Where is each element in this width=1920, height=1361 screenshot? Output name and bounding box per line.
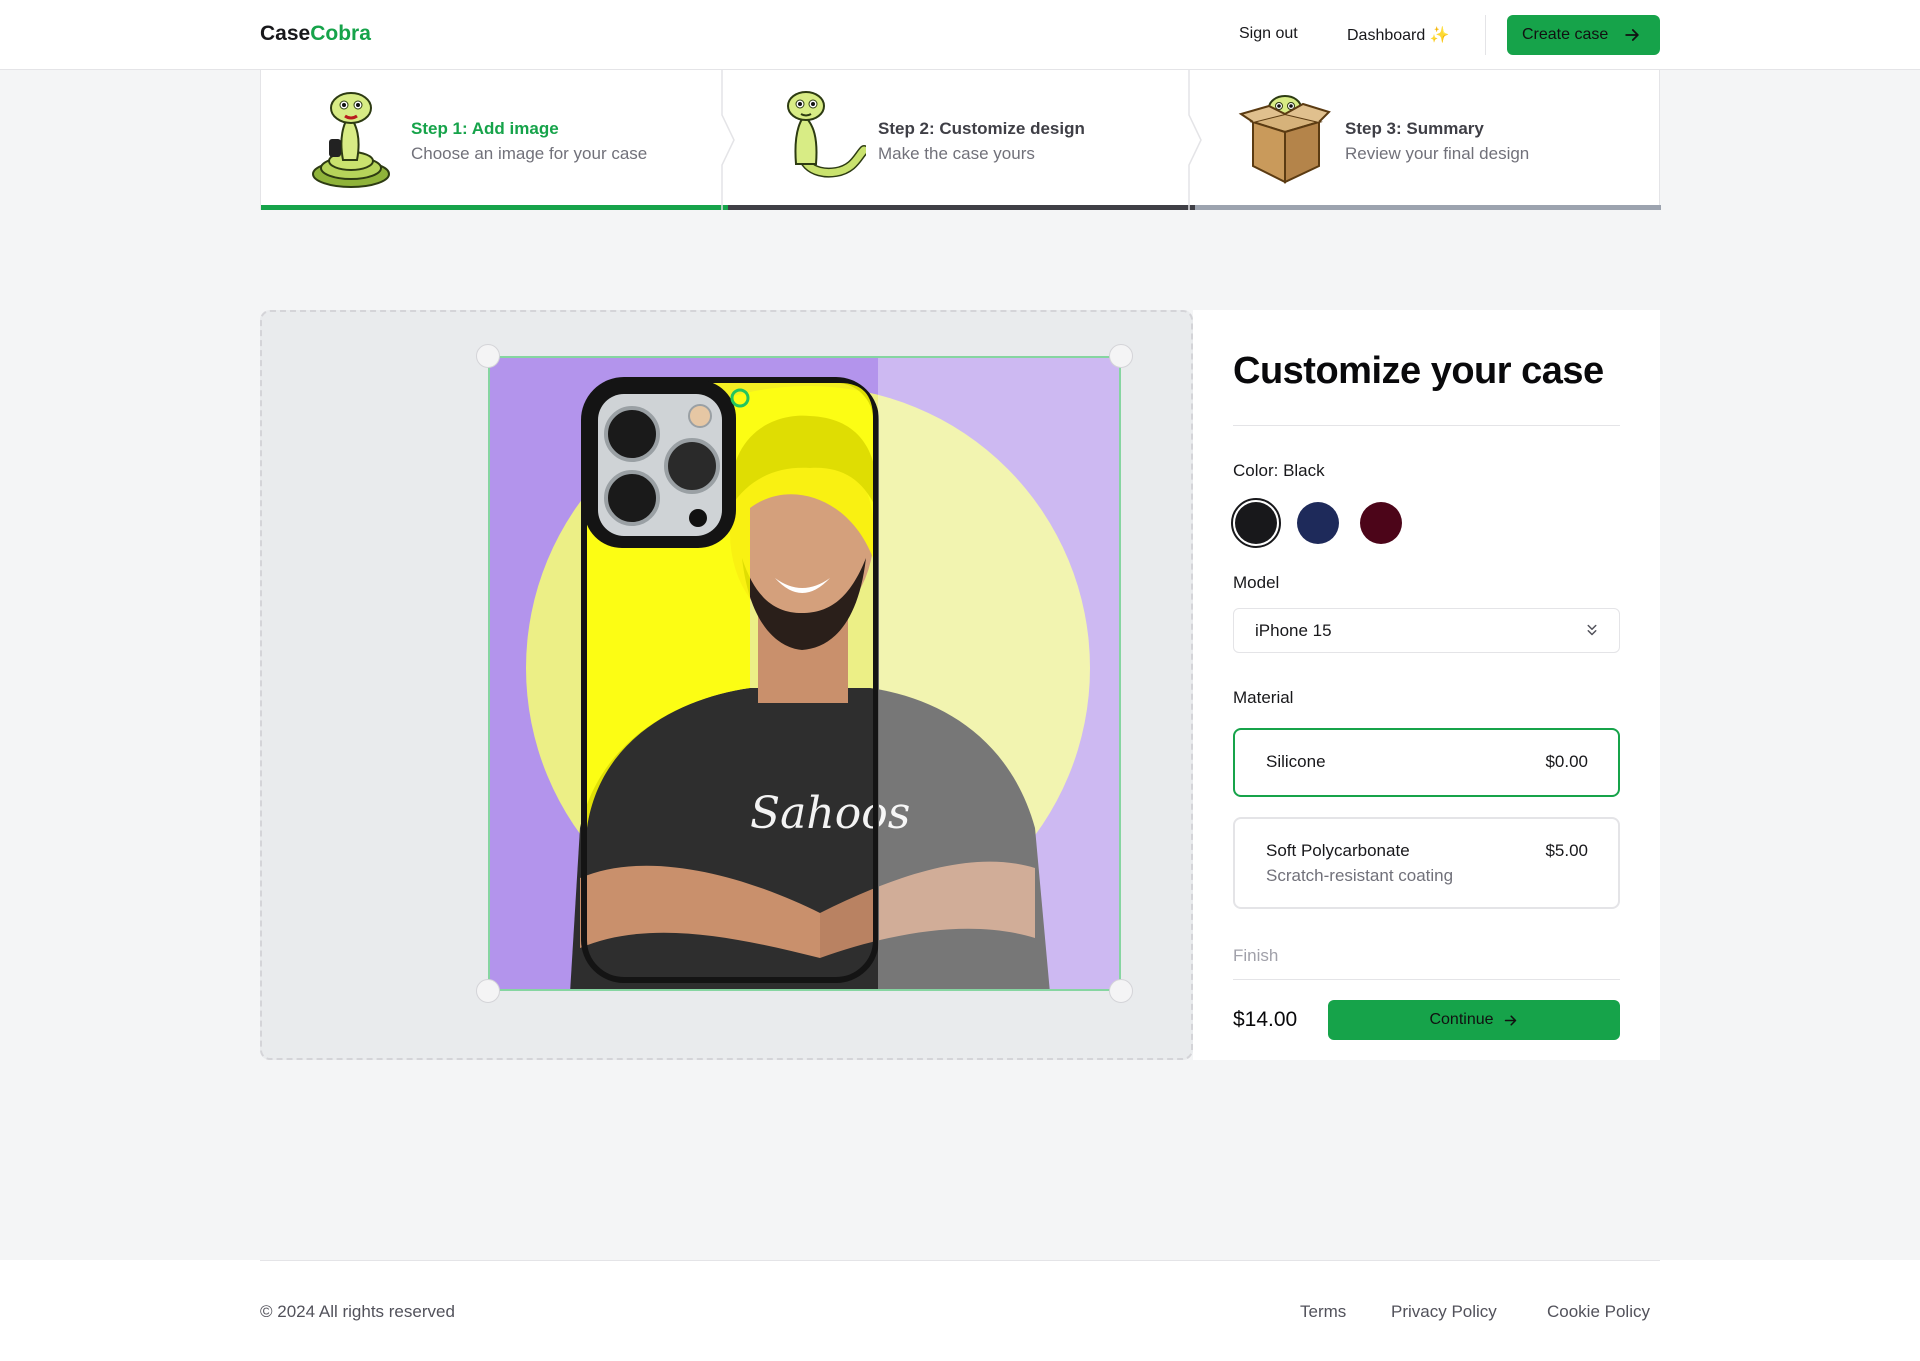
step-1-subtitle: Choose an image for your case [411,144,648,163]
panel-heading: Customize your case [1233,350,1604,392]
material-description: Scratch-resistant coating [1266,866,1454,885]
material-price: $0.00 [1545,752,1588,771]
material-name: Silicone [1266,752,1326,771]
resize-handle-bottom-left[interactable] [476,979,500,1003]
create-case-button[interactable]: Create case [1507,15,1660,55]
step-1: Step 1: Add image Choose an image for yo… [261,70,728,210]
customize-panel: Customize your case Color: Black Model i… [1193,310,1660,1060]
step-3: Step 3: Summary Review your final design [1195,70,1661,210]
snake-in-box-icon [1238,95,1331,184]
step-3-subtitle: Review your final design [1345,144,1530,163]
user-photo: Sahoos [526,358,1119,989]
arrow-right-icon [1504,1014,1516,1026]
navbar: CaseCobra Sign out Dashboard ✨ Create ca… [0,0,1920,70]
copyright: © 2024 All rights reserved [260,1302,455,1321]
model-select-value: iPhone 15 [1255,620,1332,640]
uploaded-image[interactable]: Sahoos [488,356,1121,991]
chevrons-up-down-icon [1587,624,1597,636]
model-label: Model [1233,573,1280,592]
step-3-title: Step 3: Summary [1345,119,1484,138]
step-2-subtitle: Make the case yours [878,144,1035,163]
resize-handle-top-left[interactable] [476,344,500,368]
nav-divider [1485,15,1486,55]
steps-progress: Step 1: Add image Choose an image for yo… [260,70,1661,210]
snake-coiled-icon [312,92,390,188]
model-select[interactable]: iPhone 15 [1233,608,1620,653]
continue-label: Continue [1429,1011,1494,1028]
sign-out-link[interactable]: Sign out [1239,25,1298,43]
step-2-title: Step 2: Customize design [878,119,1085,138]
step-3-progress-bar [1195,205,1661,210]
material-option-silicone[interactable]: Silicone $0.00 [1233,728,1620,797]
resize-handle-bottom-right[interactable] [1109,979,1133,1003]
logo[interactable]: CaseCobra [260,22,371,46]
resize-handle-top-right[interactable] [1109,344,1133,368]
continue-button[interactable]: Continue [1328,1000,1620,1040]
step-2: Step 2: Customize design Make the case y… [728,70,1195,210]
panel-divider [1233,425,1620,426]
snake-upright-icon [787,91,866,178]
finish-label: Finish [1233,946,1279,965]
step-1-title: Step 1: Add image [411,119,559,138]
footer-divider [260,1260,1660,1261]
panel-footer-divider [1233,979,1620,980]
total-price: $14.00 [1233,1008,1298,1031]
create-case-label: Create case [1522,26,1609,43]
color-swatch-black[interactable] [1231,498,1281,548]
cookie-policy-link[interactable]: Cookie Policy [1547,1302,1650,1322]
dashboard-link[interactable]: Dashboard ✨ [1347,25,1450,45]
privacy-policy-link[interactable]: Privacy Policy [1391,1302,1497,1322]
logo-part2: Cobra [310,22,371,45]
color-label: Color: Black [1233,461,1325,480]
material-label: Material [1233,688,1294,707]
sparkle-icon: ✨ [1429,27,1450,44]
dashboard-label: Dashboard [1347,27,1426,44]
arrow-right-icon [1625,29,1640,41]
design-canvas[interactable]: Sahoos [260,310,1193,1060]
material-name: Soft Polycarbonate [1266,841,1410,860]
material-price: $5.00 [1545,841,1588,860]
color-swatch-rose[interactable] [1360,502,1402,544]
color-swatch-blue[interactable] [1297,502,1339,544]
terms-link[interactable]: Terms [1300,1302,1346,1322]
logo-part1: Case [260,22,311,45]
material-option-soft-polycarbonate[interactable]: Soft Polycarbonate $5.00 Scratch-resista… [1233,817,1620,909]
footer: © 2024 All rights reserved Terms Privacy… [0,1260,1920,1361]
step-1-progress-bar [261,205,728,210]
step-2-progress-bar [728,205,1195,210]
